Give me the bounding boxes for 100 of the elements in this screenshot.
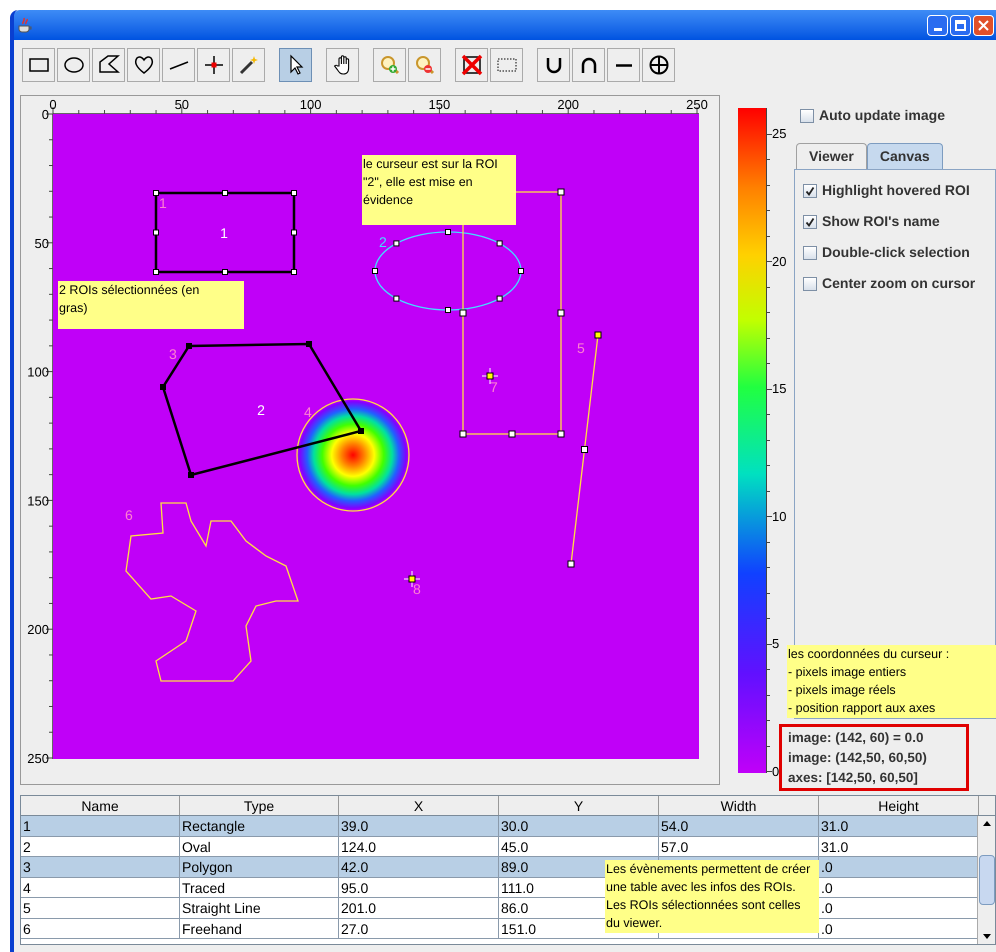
scrollbar[interactable] <box>977 816 995 944</box>
checkbox-label: Center zoom on cursor <box>822 274 976 293</box>
axis-tick-label: 0 <box>49 97 57 112</box>
axis-tick-label: 100 <box>27 364 49 380</box>
tab[interactable]: Viewer <box>796 143 867 169</box>
tool-button[interactable] <box>537 48 570 82</box>
axis-tick-label: 50 <box>34 236 49 251</box>
axis-tick-label: 150 <box>428 97 450 112</box>
axis-tick-label: 200 <box>557 97 580 112</box>
table-cell: Oval <box>182 838 211 854</box>
table-cell: 42.0 <box>341 859 368 875</box>
tool-button[interactable] <box>57 48 90 82</box>
table-cell: 201.0 <box>341 900 376 916</box>
table-cell: 30.0 <box>501 818 528 834</box>
tool-button[interactable] <box>279 48 312 82</box>
tool-button[interactable] <box>607 48 640 82</box>
tool-button[interactable] <box>490 48 523 82</box>
table-cell: 57.0 <box>661 838 688 854</box>
table-cell: 86.0 <box>501 900 528 916</box>
table-cell: 39.0 <box>341 818 368 834</box>
table-cell: Polygon <box>182 859 233 875</box>
colorbar-tick-label: 5 <box>772 637 780 651</box>
column-header[interactable]: X <box>339 796 499 815</box>
column-header[interactable]: Width <box>659 796 819 815</box>
scrollbar-thumb[interactable] <box>978 855 994 905</box>
column-header[interactable]: Name <box>21 796 180 815</box>
coordinate-readout: image: (142, 60) = 0.0 <box>788 729 924 747</box>
table-cell: 89.0 <box>501 859 528 875</box>
tool-button[interactable] <box>92 48 125 82</box>
roi-blob[interactable] <box>296 398 410 512</box>
table-cell: 5 <box>23 900 31 916</box>
minimize-button[interactable] <box>927 14 948 36</box>
table-cell: 2 <box>23 838 31 854</box>
tool-button[interactable] <box>455 48 488 82</box>
roi-name-label: 4 <box>304 404 312 420</box>
column-header[interactable]: Type <box>180 796 339 815</box>
table-cell: 4 <box>23 880 31 896</box>
table-cell: 151.0 <box>501 920 536 936</box>
tool-button[interactable] <box>326 48 359 82</box>
scroll-up-icon[interactable] <box>982 819 992 829</box>
axis-tick-label: 50 <box>174 97 190 112</box>
checkbox[interactable] <box>803 184 817 198</box>
annotation-tooltip: Les évènements permettent de créer une table avec les infos des ROIs. Les ROIs sélectionnées sont celles du viewer. <box>605 860 819 933</box>
check-icon <box>805 216 815 226</box>
roi-name-label: 3 <box>169 346 177 362</box>
table-cell: 124.0 <box>341 838 376 854</box>
axis-tick-label: 200 <box>27 622 49 638</box>
roi-name-label: 2 <box>379 234 387 250</box>
tool-button[interactable] <box>162 48 195 82</box>
close-icon <box>978 20 989 30</box>
check-icon <box>805 186 815 196</box>
table-cell: 95.0 <box>341 880 368 896</box>
roi-center-label: 2 <box>257 402 265 418</box>
roi-name-label: 7 <box>490 379 498 395</box>
axis-tick-label: 150 <box>27 493 49 508</box>
table-row[interactable]: 2 Oval 124.0 45.0 57.0 31.0 <box>21 836 979 857</box>
table-cell: Straight Line <box>182 900 261 916</box>
table-cell: 31.0 <box>821 818 848 834</box>
table-row[interactable]: 1 Rectangle 39.0 30.0 54.0 31.0 <box>21 816 979 836</box>
roi-line[interactable] <box>568 332 602 568</box>
colorbar-tick-label: 20 <box>772 254 786 268</box>
tool-button[interactable] <box>127 48 160 82</box>
coffee-cup-icon <box>16 16 34 34</box>
table-cell: 27.0 <box>341 920 368 936</box>
table-cell: Rectangle <box>182 818 246 834</box>
checkbox-label: Highlight hovered ROI <box>822 181 970 200</box>
circled-plus-icon <box>646 53 670 77</box>
scroll-down-icon[interactable] <box>982 931 992 941</box>
roi-rectangle[interactable] <box>153 190 297 275</box>
table-cell: 1 <box>23 818 31 834</box>
minus-icon <box>616 64 632 66</box>
table-cell: Freehand <box>182 920 242 936</box>
table-cell: Traced <box>182 880 226 896</box>
checkbox[interactable] <box>803 246 817 260</box>
table-cell: 31.0 <box>821 838 848 854</box>
checkbox[interactable] <box>800 108 814 122</box>
roi-center-label: 1 <box>220 225 228 241</box>
tool-button[interactable] <box>22 48 55 82</box>
checkbox[interactable] <box>803 276 817 290</box>
table-cell: 45.0 <box>501 838 528 854</box>
column-header[interactable]: Y <box>499 796 659 815</box>
tool-button[interactable] <box>642 48 675 82</box>
table-cell: 6 <box>23 920 31 936</box>
roi-ellipse[interactable] <box>372 229 524 313</box>
tab[interactable]: Canvas <box>866 143 943 169</box>
tool-button[interactable] <box>197 48 230 82</box>
tool-button[interactable] <box>232 48 265 82</box>
checkbox-label: Auto update image <box>819 106 946 125</box>
checkbox[interactable] <box>803 214 817 228</box>
colorbar-tick-label: 15 <box>772 382 786 396</box>
annotation-tooltip: 2 ROIs sélectionnées (en gras) <box>58 281 244 329</box>
roi-polygon[interactable] <box>160 341 364 478</box>
column-header[interactable]: Height <box>819 796 979 815</box>
checkbox-label: Double-click selection <box>822 243 970 262</box>
close-button[interactable] <box>973 14 994 36</box>
tool-button[interactable] <box>572 48 605 82</box>
checkbox-label: Show ROI's name <box>822 212 940 231</box>
maximize-button[interactable] <box>950 14 971 36</box>
table-cell: 3 <box>23 859 31 875</box>
annotation-tooltip: les coordonnées du curseur : - pixels image entiers - pixels image réels - position rapport aux axes <box>787 645 996 718</box>
